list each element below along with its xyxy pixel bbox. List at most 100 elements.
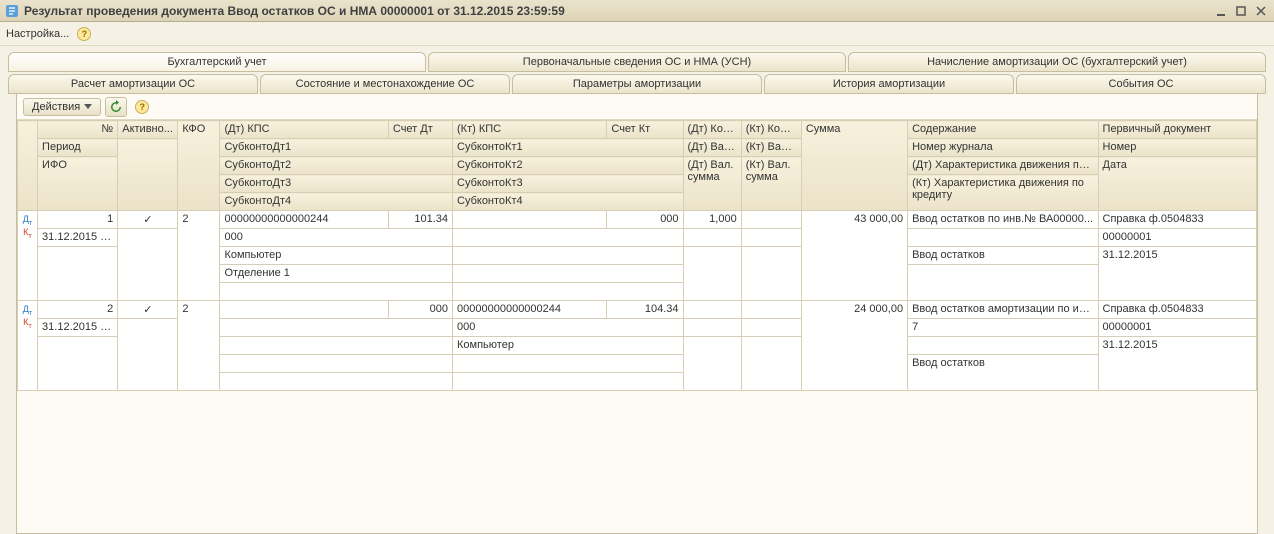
tab-state-location[interactable]: Состояние и местонахождение ОС [260,74,510,94]
maximize-button[interactable] [1232,4,1250,18]
cell-dtvalsum [683,337,741,391]
cell-subkt4 [453,283,684,301]
cell-subdt4 [220,283,453,301]
col-marker[interactable] [18,121,38,211]
cell-subkt2: Компьютер [453,337,684,355]
col-sum[interactable]: Сумма [801,121,907,211]
tab-events[interactable]: События ОС [1016,74,1266,94]
cell-sod4: Ввод остатков [908,355,1098,391]
col-dtkol[interactable]: (Дт) Коли... [683,121,741,139]
col-subdt1[interactable]: СубконтоДт1 [220,139,453,157]
col-schkt[interactable]: Счет Кт [607,121,683,139]
cell-dtkps: 00000000000000244 [220,211,388,229]
help-button[interactable]: ? [135,100,149,114]
cell-docnum: 00000001 [1098,319,1256,337]
cell-ktkps [453,211,607,229]
cell-kfo: 2 [178,211,220,301]
col-subkt1[interactable]: СубконтоКт1 [453,139,684,157]
col-docdate[interactable]: Дата [1098,157,1256,211]
col-ifo[interactable]: ИФО [38,157,118,211]
table-row[interactable]: ДтКт1✓200000000000000244101.340001,00043… [18,211,1257,229]
col-subkt3[interactable]: СубконтоКт3 [453,175,684,193]
col-dtvalsum[interactable]: (Дт) Вал. сумма [683,157,741,211]
app-icon [4,3,20,19]
col-ktmov[interactable]: (Кт) Характеристика движения по кредиту [908,175,1098,211]
cell-doc: Справка ф.0504833 [1098,211,1256,229]
col-subdt3[interactable]: СубконтоДт3 [220,175,453,193]
cell-subkt4 [453,373,684,391]
cell-sod: Ввод остатков по инв.№ ВА00000... [908,211,1098,229]
refresh-button[interactable] [105,97,127,117]
col-subkt4[interactable]: СубконтоКт4 [453,193,684,211]
col-ktkps[interactable]: (Кт) КПС [453,121,607,139]
col-ktvalsum[interactable]: (Кт) Вал. сумма [741,157,801,211]
table-row[interactable]: ДтКт2✓200000000000000000244104.3424 000,… [18,301,1257,319]
settings-link[interactable]: Настройка... [6,28,69,40]
col-subdt4[interactable]: СубконтоДт4 [220,193,453,211]
row-marker: ДтКт [18,211,38,301]
settings-toolbar: Настройка... ? [0,22,1274,46]
cell-subdt1: 000 [220,229,453,247]
chevron-down-icon [84,104,92,109]
cell-sod: Ввод остатков амортизации по ин... [908,301,1098,319]
tab-deprec-history[interactable]: История амортизации [764,74,1014,94]
tabs-row-1: Бухгалтерский учет Первоначальные сведен… [8,52,1266,72]
cell-ktvalsum [741,247,801,301]
actions-menu-button[interactable]: Действия [23,98,101,116]
cell-subkt1 [453,229,684,247]
col-journal[interactable]: Номер журнала [908,139,1098,157]
col-ktval[interactable]: (Кт) Валю... [741,139,801,157]
tab-deprec-calc[interactable]: Расчет амортизации ОС [8,74,258,94]
col-kfo[interactable]: КФО [178,121,220,211]
cell-active: ✓ [118,301,178,319]
close-button[interactable] [1252,4,1270,18]
cell-active-blank [118,229,178,301]
col-dtval[interactable]: (Дт) Валю... [683,139,741,157]
row-marker: ДтКт [18,301,38,391]
cell-sum: 24 000,00 [801,301,907,391]
tab-deprec-params[interactable]: Параметры амортизации [512,74,762,94]
cell-period: 31.12.2015 23:59:59 [38,319,118,337]
help-icon[interactable]: ? [77,27,91,41]
window-title: Результат проведения документа Ввод оста… [24,4,565,18]
col-period[interactable]: Период [38,139,118,157]
col-dtmov[interactable]: (Дт) Характеристика движения по... [908,157,1098,175]
cell-sod2: 7 [908,319,1098,337]
cell-docdate: 31.12.2015 [1098,337,1256,391]
cell-subdt3 [220,355,453,373]
minimize-button[interactable] [1212,4,1230,18]
cell-ktval [741,229,801,247]
col-sod[interactable]: Содержание [908,121,1098,139]
cell-sod2 [908,229,1098,247]
col-active[interactable]: Активно... [118,121,178,139]
cell-docnum: 00000001 [1098,229,1256,247]
col-subdt2[interactable]: СубконтоДт2 [220,157,453,175]
col-active-blank[interactable] [118,139,178,211]
cell-sod3 [908,337,1098,355]
tab-depreciation-calc-accounting[interactable]: Начисление амортизации ОС (бухгалтерский… [848,52,1266,72]
content-panel: Действия ? № Актив [16,94,1258,534]
cell-num: 1 [38,211,118,229]
cell-ktkps: 00000000000000244 [453,301,607,319]
cell-dtvalsum [683,247,741,301]
cell-schdt: 101.34 [388,211,452,229]
header-row-1: № Активно... КФО (Дт) КПС Счет Дт (Кт) К… [18,121,1257,139]
col-ktkol[interactable]: (Кт) Коли... [741,121,801,139]
cell-subkt3 [453,355,684,373]
col-docnum[interactable]: Номер [1098,139,1256,157]
tab-initial-info[interactable]: Первоначальные сведения ОС и НМА (УСН) [428,52,846,72]
cell-doc: Справка ф.0504833 [1098,301,1256,319]
col-dtkps[interactable]: (Дт) КПС [220,121,388,139]
col-schdt[interactable]: Счет Дт [388,121,452,139]
tab-accounting[interactable]: Бухгалтерский учет [8,52,426,72]
cell-active-blank [118,319,178,391]
col-num[interactable]: № [38,121,118,139]
cell-subdt4 [220,373,453,391]
cell-ktval [741,319,801,337]
col-subkt2[interactable]: СубконтоКт2 [453,157,684,175]
cell-schkt: 104.34 [607,301,683,319]
cell-num: 2 [38,301,118,319]
cell-subdt2 [220,337,453,355]
col-doc[interactable]: Первичный документ [1098,121,1256,139]
data-grid[interactable]: № Активно... КФО (Дт) КПС Счет Дт (Кт) К… [17,120,1257,533]
